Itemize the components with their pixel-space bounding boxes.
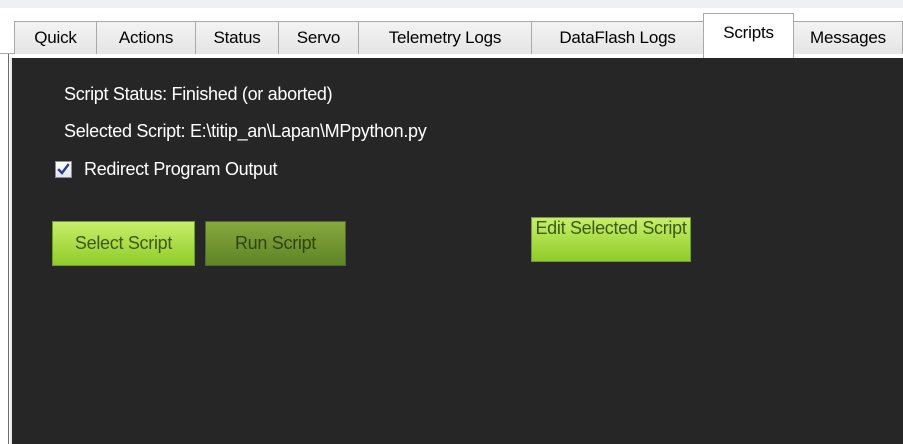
redirect-output-label: Redirect Program Output [84,158,278,179]
redirect-output-checkbox[interactable] [55,160,72,178]
tab-messages[interactable]: Messages [793,21,903,54]
panel-left-border [8,54,9,444]
edit-selected-script-button[interactable]: Edit Selected Script [531,217,691,262]
tab-actions[interactable]: Actions [96,21,196,54]
tab-scripts[interactable]: Scripts [703,13,794,58]
run-script-button[interactable]: Run Script [205,221,346,266]
tab-status[interactable]: Status [195,21,279,54]
tab-dataflash-logs[interactable]: DataFlash Logs [531,21,704,54]
tab-servo[interactable]: Servo [278,21,359,54]
checkmark-icon [57,162,70,175]
mission-planner-window: Quick Actions Status Servo Telemetry Log… [0,0,903,444]
selected-script-label: Selected Script: E:\titip_an\Lapan\MPpyt… [64,121,427,141]
tab-strip: Quick Actions Status Servo Telemetry Log… [0,0,903,58]
select-script-button[interactable]: Select Script [52,221,195,266]
script-status-label: Script Status: Finished (or aborted) [64,84,333,104]
tab-telemetry-logs[interactable]: Telemetry Logs [358,21,532,54]
tab-strip-top-bar [0,0,903,8]
tab-quick[interactable]: Quick [14,21,97,54]
redirect-output-row: Redirect Program Output [55,157,277,181]
